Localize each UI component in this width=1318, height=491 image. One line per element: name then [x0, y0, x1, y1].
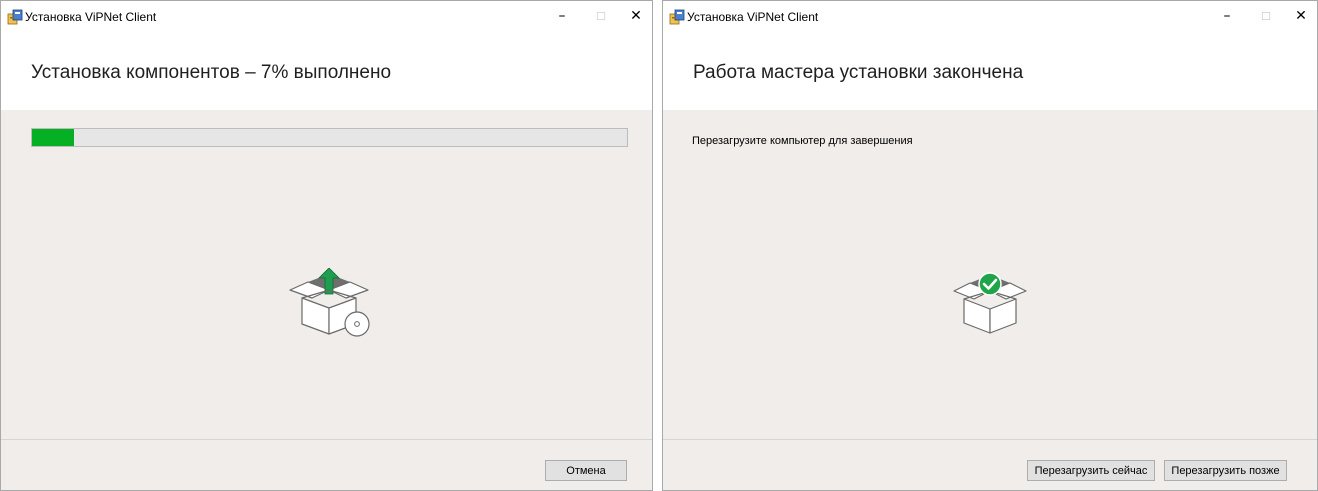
install-window: Установка ViPNet Client – ☐ ✕ Установка …: [0, 0, 653, 491]
cancel-button[interactable]: Отмена: [545, 460, 627, 481]
header-panel: Работа мастера установки закончена: [663, 31, 1317, 110]
complete-window: Установка ViPNet Client – ☐ ✕ Работа мас…: [662, 0, 1318, 491]
window-title: Установка ViPNet Client: [25, 10, 157, 24]
install-progress-bar: [31, 128, 628, 147]
restart-later-button[interactable]: Перезагрузить позже: [1164, 460, 1287, 481]
footer-divider: [1, 439, 652, 440]
restart-message: Перезагрузите компьютер для завершения: [692, 135, 913, 147]
install-progress-fill: [32, 129, 74, 146]
footer-divider: [663, 439, 1317, 440]
page-title: Установка компонентов – 7% выполнено: [31, 62, 392, 83]
installer-app-icon: [7, 9, 23, 25]
title-bar[interactable]: Установка ViPNet Client – ☐ ✕: [1, 1, 652, 31]
window-title: Установка ViPNet Client: [687, 10, 819, 24]
close-button[interactable]: ✕: [1278, 1, 1317, 31]
package-complete-icon: [953, 272, 1027, 334]
close-button[interactable]: ✕: [613, 1, 652, 31]
page-title: Работа мастера установки закончена: [693, 62, 1024, 83]
package-install-icon: [289, 268, 370, 337]
header-panel: Установка компонентов – 7% выполнено: [1, 31, 652, 110]
restart-now-button[interactable]: Перезагрузить сейчас: [1027, 460, 1155, 481]
title-bar[interactable]: Установка ViPNet Client – ☐ ✕: [663, 1, 1317, 31]
installer-app-icon: [669, 9, 685, 25]
